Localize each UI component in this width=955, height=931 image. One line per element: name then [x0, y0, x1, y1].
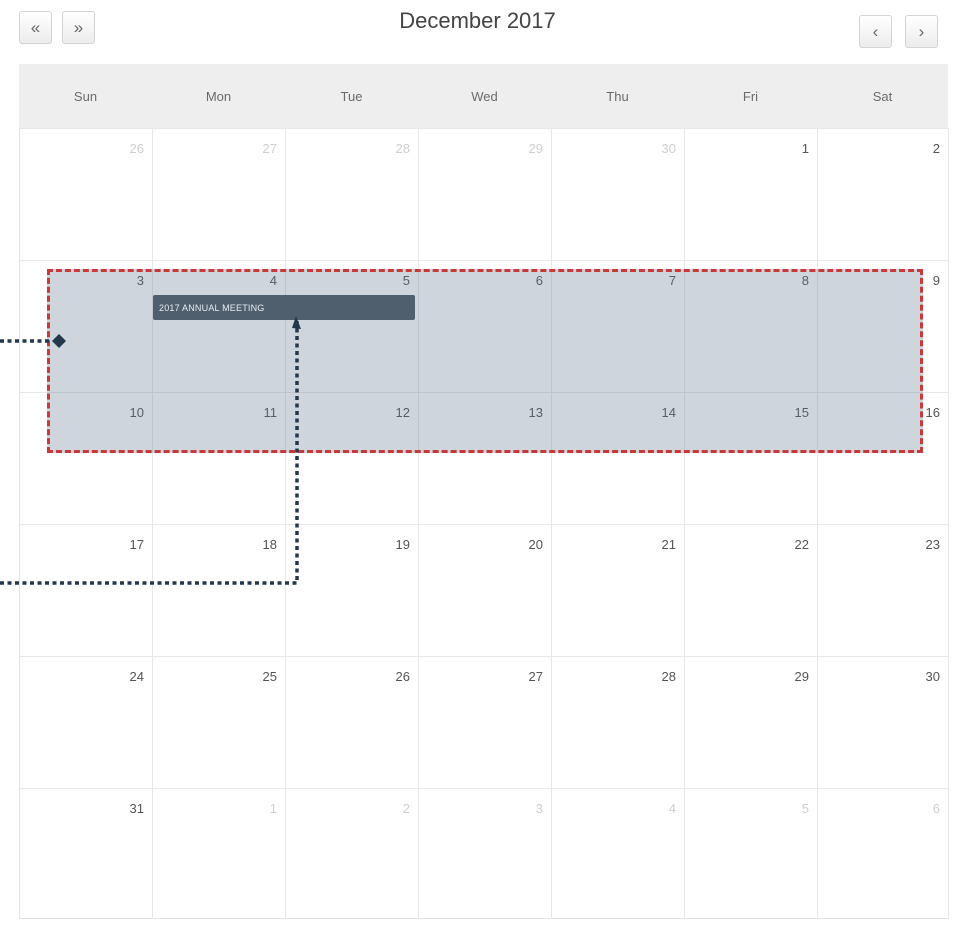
- day-number: 6: [932, 801, 940, 816]
- day-cell[interactable]: 20: [419, 524, 552, 656]
- calendar-title: December 2017: [399, 8, 556, 33]
- day-number: 31: [129, 801, 144, 816]
- day-cell[interactable]: 2: [818, 128, 949, 260]
- day-number: 20: [528, 537, 543, 552]
- day-cell[interactable]: 30: [552, 128, 685, 260]
- day-cell[interactable]: 1: [685, 128, 818, 260]
- day-cell[interactable]: 23: [818, 524, 949, 656]
- day-cell[interactable]: 31: [20, 788, 153, 919]
- day-cell[interactable]: 24: [20, 656, 153, 788]
- day-number: 24: [129, 669, 144, 684]
- day-number: 4: [668, 801, 676, 816]
- day-number: 26: [395, 669, 410, 684]
- day-number: 19: [395, 537, 410, 552]
- prev-month-button[interactable]: ‹: [859, 15, 892, 48]
- day-number: 3: [535, 801, 543, 816]
- week-row: 24 25 26 27 28 29 30: [20, 656, 949, 788]
- day-number: 28: [661, 669, 676, 684]
- day-number: 22: [794, 537, 809, 552]
- day-cell[interactable]: 26: [286, 656, 419, 788]
- day-number: 29: [794, 669, 809, 684]
- day-cell[interactable]: 19: [286, 524, 419, 656]
- day-number: 30: [661, 141, 676, 156]
- day-of-week-fri: Fri: [742, 88, 759, 104]
- day-cell[interactable]: 4: [552, 788, 685, 919]
- month-grid: 26 27 28 29 30 1 2 3 4 5 6 7 8 9 10 11 12 13 14 15 16 17 18 19 2…: [19, 128, 949, 919]
- day-cell[interactable]: 5: [685, 788, 818, 919]
- day-cell[interactable]: 28: [286, 128, 419, 260]
- day-number: 2: [932, 141, 940, 156]
- day-number: 27: [262, 141, 277, 156]
- day-number: 17: [129, 537, 144, 552]
- day-number: 1: [269, 801, 277, 816]
- day-of-week-tue: Tue: [340, 88, 363, 104]
- day-number: 21: [661, 537, 676, 552]
- day-cell[interactable]: 22: [685, 524, 818, 656]
- day-cell[interactable]: 27: [419, 656, 552, 788]
- day-number: 26: [129, 141, 144, 156]
- day-of-week-sat: Sat: [872, 88, 893, 104]
- day-cell[interactable]: 27: [153, 128, 286, 260]
- day-cell[interactable]: 2: [286, 788, 419, 919]
- day-cell[interactable]: 25: [153, 656, 286, 788]
- day-of-week-wed: Wed: [471, 88, 498, 104]
- day-cell[interactable]: 26: [20, 128, 153, 260]
- day-of-week-mon: Mon: [205, 88, 232, 104]
- day-cell[interactable]: 17: [20, 524, 153, 656]
- day-number: 29: [528, 141, 543, 156]
- day-cell[interactable]: 29: [685, 656, 818, 788]
- day-number: 16: [925, 405, 940, 420]
- day-number: 9: [932, 273, 940, 288]
- day-number: 2: [402, 801, 410, 816]
- day-cell[interactable]: 29: [419, 128, 552, 260]
- next-month-button[interactable]: ›: [905, 15, 938, 48]
- day-cell[interactable]: 21: [552, 524, 685, 656]
- day-number: 28: [395, 141, 410, 156]
- day-number: 18: [262, 537, 277, 552]
- day-number: 5: [801, 801, 809, 816]
- week-row: 17 18 19 20 21 22 23: [20, 524, 949, 656]
- day-number: 30: [925, 669, 940, 684]
- day-of-week-sun: Sun: [73, 88, 98, 104]
- day-number: 1: [801, 141, 809, 156]
- day-number: 27: [528, 669, 543, 684]
- day-number: 23: [925, 537, 940, 552]
- week-row: 26 27 28 29 30 1 2: [20, 128, 949, 260]
- day-of-week-header: Sun Mon Tue Wed Thu Fri Sat: [19, 64, 948, 128]
- event-annual-meeting[interactable]: 2017 ANNUAL MEETING: [153, 295, 415, 320]
- day-number: 25: [262, 669, 277, 684]
- week-row: 31 1 2 3 4 5 6: [20, 788, 949, 919]
- day-cell[interactable]: 3: [419, 788, 552, 919]
- day-cell[interactable]: 30: [818, 656, 949, 788]
- day-cell[interactable]: 18: [153, 524, 286, 656]
- day-cell[interactable]: 28: [552, 656, 685, 788]
- day-cell[interactable]: 6: [818, 788, 949, 919]
- day-of-week-thu: Thu: [606, 88, 629, 104]
- day-cell[interactable]: 1: [153, 788, 286, 919]
